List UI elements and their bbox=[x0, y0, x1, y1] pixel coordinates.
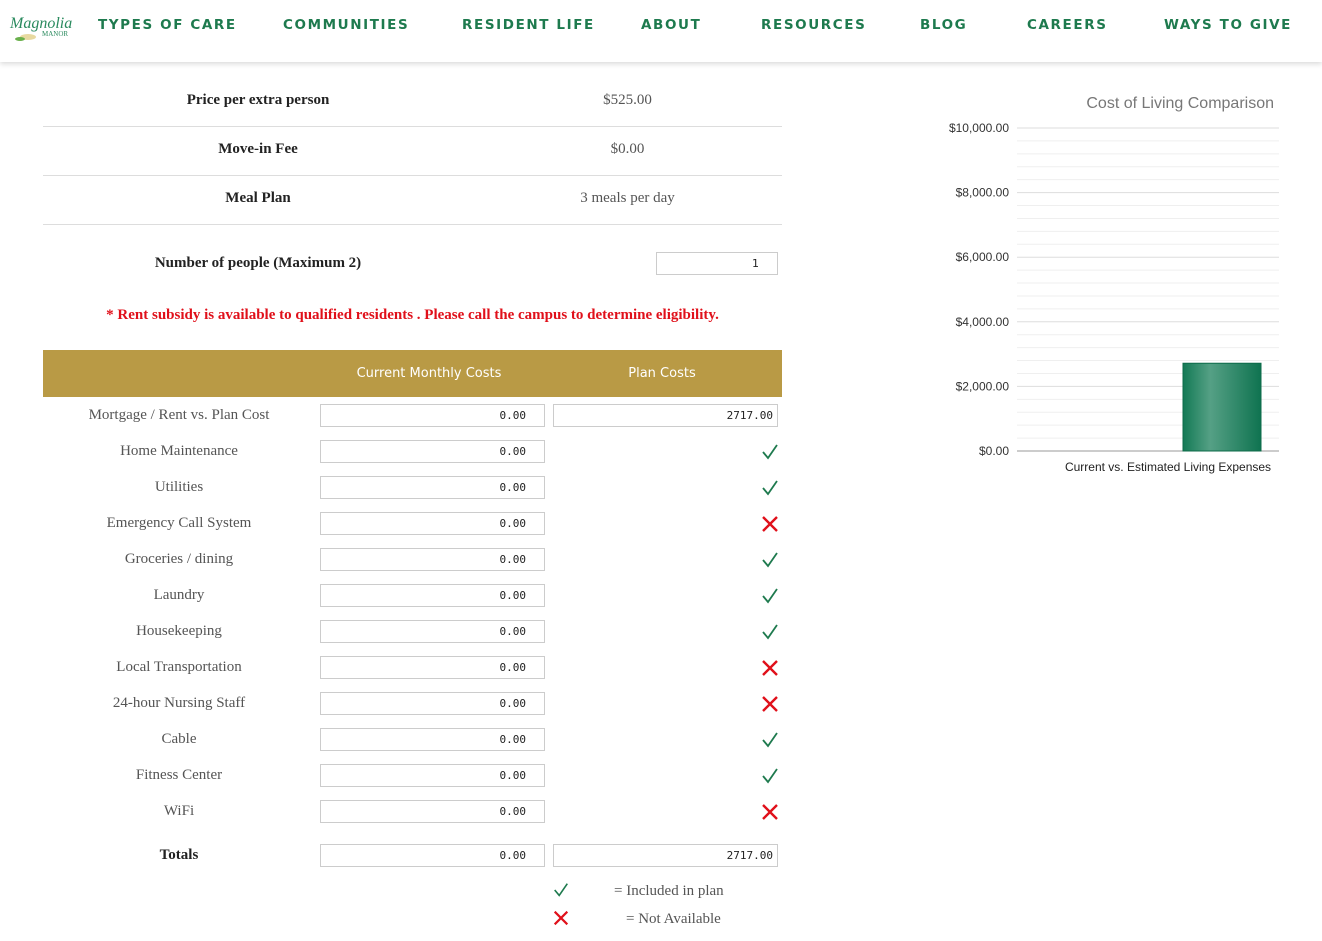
people-input[interactable]: 1 bbox=[656, 252, 778, 275]
legend-not-available: = Not Available bbox=[626, 911, 721, 927]
current-cost-input[interactable]: 0.00 bbox=[320, 512, 545, 535]
row-label: Cable bbox=[161, 731, 197, 747]
row-label: 24-hour Nursing Staff bbox=[112, 695, 246, 711]
nav-about[interactable]: ABOUT bbox=[641, 17, 701, 33]
current-cost-input[interactable]: 0.00 bbox=[320, 620, 545, 643]
totals-current[interactable]: 0.00 bbox=[320, 844, 545, 867]
nav-blog[interactable]: BLOG bbox=[920, 17, 967, 33]
info-row: Meal Plan 3 meals per day bbox=[43, 176, 782, 225]
current-cost-input[interactable]: 0.00 bbox=[320, 764, 545, 787]
current-cost-input[interactable]: 0.00 bbox=[320, 656, 545, 679]
current-cost-input[interactable]: 0.00 bbox=[320, 476, 545, 499]
info-row: Move-in Fee $0.00 bbox=[43, 127, 782, 176]
row-label: Groceries / dining bbox=[124, 551, 234, 567]
current-cost-input[interactable]: 0.00 bbox=[320, 800, 545, 823]
check-icon bbox=[762, 732, 778, 748]
row-label: WiFi bbox=[163, 803, 195, 819]
nav-resources[interactable]: RESOURCES bbox=[761, 17, 866, 33]
check-icon bbox=[762, 552, 778, 568]
totals-label: Totals bbox=[159, 847, 199, 863]
x-category-label: Current vs. Estimated Living Expenses bbox=[1065, 460, 1271, 474]
check-icon bbox=[762, 768, 778, 784]
y-tick-label: $4,000.00 bbox=[956, 315, 1010, 329]
info-label: Move-in Fee bbox=[218, 141, 298, 157]
nav-resident-life[interactable]: RESIDENT LIFE bbox=[462, 17, 595, 33]
plan-cost-input[interactable]: 2717.00 bbox=[553, 404, 778, 427]
x-icon bbox=[553, 910, 569, 926]
subsidy-notice: * Rent subsidy is available to qualified… bbox=[106, 307, 719, 323]
y-tick-label: $6,000.00 bbox=[956, 250, 1010, 264]
x-icon bbox=[762, 696, 778, 712]
row-label: Home Maintenance bbox=[120, 443, 238, 459]
chart-title: Cost of Living Comparison bbox=[1086, 95, 1274, 112]
people-label: Number of people (Maximum 2) bbox=[154, 255, 362, 271]
current-cost-input[interactable]: 0.00 bbox=[320, 584, 545, 607]
x-icon bbox=[762, 516, 778, 532]
info-label: Price per extra person bbox=[186, 92, 330, 108]
nav-careers[interactable]: CAREERS bbox=[1027, 17, 1108, 33]
current-cost-input[interactable]: 0.00 bbox=[320, 728, 545, 751]
info-value: $525.00 bbox=[603, 92, 652, 108]
header-current: Current Monthly Costs bbox=[356, 366, 502, 381]
y-tick-label: $10,000.00 bbox=[949, 121, 1009, 135]
check-icon bbox=[762, 480, 778, 496]
current-cost-input[interactable]: 0.00 bbox=[320, 548, 545, 571]
info-value: $0.00 bbox=[610, 141, 645, 157]
x-icon bbox=[762, 804, 778, 820]
info-value: 3 meals per day bbox=[580, 190, 675, 206]
info-row: Price per extra person $525.00 bbox=[43, 78, 782, 127]
row-label: Housekeeping bbox=[136, 623, 222, 639]
top-nav: Magnolia MANOR TYPES OF CARE COMMUNITIES R… bbox=[0, 0, 1322, 62]
current-cost-input[interactable]: 0.00 bbox=[320, 404, 545, 427]
check-icon bbox=[554, 883, 568, 897]
y-tick-label: $2,000.00 bbox=[956, 379, 1010, 393]
totals-plan[interactable]: 2717.00 bbox=[553, 844, 778, 867]
y-tick-label: $0.00 bbox=[979, 444, 1009, 458]
y-tick-label: $8,000.00 bbox=[956, 186, 1010, 200]
row-label: Laundry bbox=[153, 587, 205, 603]
table-header: Current Monthly Costs Plan Costs bbox=[43, 350, 782, 397]
legend-included: = Included in plan bbox=[614, 883, 724, 899]
nav-types-of-care[interactable]: TYPES OF CARE bbox=[98, 17, 237, 33]
magnolia-manor-logo[interactable]: Magnolia MANOR bbox=[8, 10, 76, 44]
row-label: Utilities bbox=[154, 479, 204, 495]
check-icon bbox=[762, 624, 778, 640]
x-icon bbox=[762, 660, 778, 676]
row-label: Fitness Center bbox=[135, 767, 223, 783]
header-plan: Plan Costs bbox=[628, 366, 696, 381]
check-icon bbox=[762, 444, 778, 460]
bar bbox=[1182, 362, 1262, 452]
row-label: Mortgage / Rent vs. Plan Cost bbox=[88, 407, 270, 423]
cost-comparison-chart: $0.00 $2,000.00 $4,000.00 $6,000.00 $8,000.0… bbox=[949, 95, 1279, 474]
svg-text:MANOR: MANOR bbox=[42, 30, 68, 38]
nav-communities[interactable]: COMMUNITIES bbox=[283, 17, 409, 33]
current-cost-input[interactable]: 0.00 bbox=[320, 692, 545, 715]
current-cost-input[interactable]: 0.00 bbox=[320, 440, 545, 463]
row-label: Local Transportation bbox=[116, 659, 242, 675]
info-label: Meal Plan bbox=[225, 190, 291, 206]
nav-ways-to-give[interactable]: WAYS TO GIVE bbox=[1164, 17, 1292, 33]
row-label: Emergency Call System bbox=[106, 515, 252, 531]
check-icon bbox=[762, 588, 778, 604]
